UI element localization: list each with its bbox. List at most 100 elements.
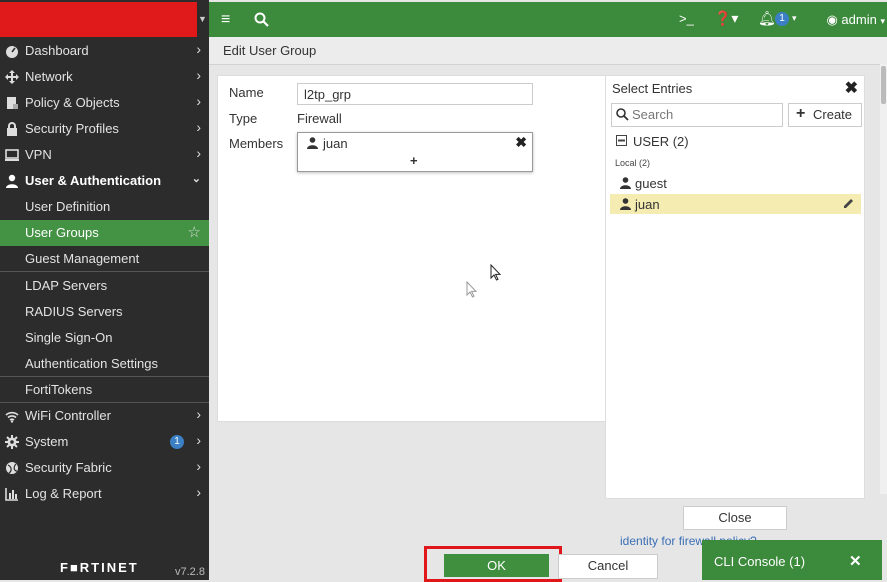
sidebar-item-dashboard[interactable]: Dashboard › [0, 38, 209, 64]
user-icon [6, 174, 18, 188]
chevron-down-icon[interactable]: ▼ [198, 14, 207, 24]
sidebar-item-label: VPN [25, 147, 52, 162]
list-item-guest[interactable]: guest [610, 173, 861, 193]
scrollbar[interactable] [880, 64, 887, 494]
sidebar-item-log-report[interactable]: Log & Report › [0, 481, 209, 507]
fortinet-logo: F■RTINET [60, 560, 139, 575]
close-button[interactable]: Close [683, 506, 787, 530]
sidebar-item-security-profiles[interactable]: Security Profiles › [0, 116, 209, 142]
sidebar-item-authentication-settings[interactable]: Authentication Settings [0, 351, 209, 377]
sidebar-item-single-sign-on[interactable]: Single Sign-On [0, 325, 209, 351]
sidebar-item-user-groups[interactable]: User Groups ☆ [0, 220, 209, 246]
collapse-icon [616, 135, 627, 146]
divider [0, 271, 209, 272]
cancel-button[interactable]: Cancel [558, 554, 658, 579]
sidebar-item-label: FortiTokens [25, 382, 93, 397]
sidebar-item-vpn[interactable]: VPN › [0, 142, 209, 168]
star-icon[interactable]: ☆ [188, 223, 201, 241]
notification-count-badge: 1 [775, 12, 789, 26]
remove-member-close-icon[interactable]: ✖ [515, 134, 527, 151]
sidebar-item-label: Security Profiles [25, 121, 119, 136]
chart-icon [5, 488, 18, 501]
admin-username: admin [841, 12, 877, 27]
edit-pencil-icon[interactable] [842, 197, 855, 210]
chevron-down-icon: ▾ [880, 16, 885, 26]
members-field[interactable]: juan ✖ + [297, 132, 533, 172]
user-circle-icon: ◉ [826, 12, 838, 27]
cli-terminal-icon[interactable]: >_ [679, 11, 694, 26]
sidebar-item-system[interactable]: System 1 › [0, 429, 209, 455]
sidebar-item-label: Guest Management [25, 251, 140, 266]
chevron-right-icon: › [196, 145, 201, 161]
page-header: Edit User Group [209, 37, 887, 65]
network-icon [5, 70, 19, 84]
chevron-right-icon: › [196, 484, 201, 500]
sidebar-item-label: Single Sign-On [25, 330, 113, 345]
sidebar-item-ldap-servers[interactable]: LDAP Servers [0, 273, 209, 299]
ok-highlight-frame [424, 546, 562, 582]
user-icon [620, 198, 631, 210]
monitor-icon [5, 149, 19, 161]
page-title: Edit User Group [223, 43, 317, 58]
help-icon[interactable]: ❓▾ [714, 10, 738, 27]
plus-icon: + [796, 105, 806, 122]
group-header-user[interactable]: USER (2) [610, 131, 861, 151]
sidebar-item-guest-management[interactable]: Guest Management [0, 246, 209, 272]
cli-console-bar[interactable]: CLI Console (1) ✕ [702, 540, 882, 580]
sidebar-item-label: User Groups [25, 225, 99, 240]
notification-badge: 1 [170, 435, 184, 449]
menu-icon[interactable]: ≡ [221, 11, 230, 29]
sidebar-item-fortitokens[interactable]: FortiTokens [0, 377, 209, 403]
sidebar-item-user-authentication[interactable]: User & Authentication ⌄ [0, 168, 209, 194]
entry-label: guest [635, 176, 667, 191]
add-member-plus-icon[interactable]: + [410, 153, 418, 168]
sidebar-item-label: LDAP Servers [25, 278, 108, 293]
member-chip-label: juan [323, 136, 348, 151]
create-button[interactable]: + Create [788, 103, 862, 127]
search-placeholder: Search [632, 107, 674, 122]
search-icon [616, 108, 629, 121]
chevron-right-icon: › [196, 432, 201, 448]
chevron-down-icon: ▾ [792, 13, 797, 23]
name-input[interactable]: l2tp_grp [297, 83, 533, 105]
search-icon[interactable] [254, 12, 269, 27]
type-value: Firewall [297, 111, 342, 126]
members-label: Members [229, 136, 284, 151]
sidebar-item-network[interactable]: Network › [0, 64, 209, 90]
mouse-cursor-icon [490, 264, 502, 281]
sidebar-item-security-fabric[interactable]: Security Fabric › [0, 455, 209, 481]
close-icon[interactable]: ✖ [845, 78, 858, 98]
select-entries-title: Select Entries [612, 81, 693, 96]
version-label: v7.2.8 [175, 566, 205, 578]
user-icon [620, 177, 631, 189]
wifi-icon [5, 411, 19, 423]
sidebar-item-label: Dashboard [25, 43, 89, 58]
admin-menu[interactable]: ◉ admin ▾ [826, 12, 885, 28]
sidebar-item-label: Network [25, 69, 73, 84]
select-entries-panel: Select Entries ✖ Search + Create USER (2… [605, 75, 865, 530]
chevron-right-icon: › [196, 41, 201, 57]
sidebar-item-user-definition[interactable]: User Definition [0, 194, 209, 220]
sidebar-item-wifi-controller[interactable]: WiFi Controller › [0, 403, 209, 429]
chevron-right-icon: › [196, 119, 201, 135]
sidebar-item-radius-servers[interactable]: RADIUS Servers [0, 299, 209, 325]
sidebar-item-policy-objects[interactable]: Policy & Objects › [0, 90, 209, 116]
edit-user-group-form: Name l2tp_grp Type Firewall Members juan… [217, 75, 606, 422]
close-icon[interactable]: ✕ [849, 552, 862, 570]
brand-logo-redacted[interactable] [0, 2, 197, 37]
list-item-juan[interactable]: juan [610, 194, 861, 214]
fabric-icon [6, 462, 18, 474]
bell-icon[interactable]: 🔔︎ [758, 10, 776, 27]
name-input-value: l2tp_grp [304, 87, 351, 102]
sidebar-item-label: Log & Report [25, 486, 102, 501]
search-input[interactable]: Search [611, 103, 783, 127]
sidebar-item-label: User Definition [25, 199, 111, 214]
dashboard-icon [6, 46, 18, 58]
chevron-down-icon: ⌄ [191, 173, 201, 185]
name-label: Name [229, 85, 264, 100]
scrollbar-thumb[interactable] [881, 66, 886, 104]
chevron-right-icon: › [196, 93, 201, 109]
chevron-right-icon: › [196, 406, 201, 422]
mouse-cursor-ghost-icon [466, 281, 478, 298]
sidebar-item-label: RADIUS Servers [25, 304, 123, 319]
